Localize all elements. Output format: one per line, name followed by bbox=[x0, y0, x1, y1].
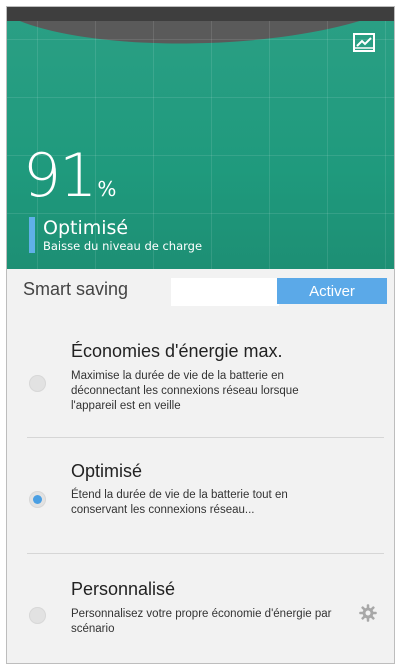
battery-saver-screen: 91% Optimisé Baisse du niveau de charge … bbox=[6, 6, 395, 664]
battery-hero-panel: 91% Optimisé Baisse du niveau de charge bbox=[7, 21, 394, 269]
current-mode-subtitle: Baisse du niveau de charge bbox=[43, 239, 203, 253]
divider bbox=[27, 437, 384, 438]
option-title: Personnalisé bbox=[71, 579, 176, 599]
option-description: Maximise la durée de vie de la batterie … bbox=[71, 370, 299, 412]
smart-saving-label: Smart saving bbox=[23, 279, 129, 299]
option-optimized[interactable]: Optimisé Étend la durée de vie de la bat… bbox=[7, 445, 394, 549]
option-description: Personnalisez votre propre économie d'én… bbox=[71, 608, 332, 635]
option-title: Économies d'énergie max. bbox=[71, 341, 283, 361]
battery-percent: 91% bbox=[23, 146, 116, 206]
divider bbox=[27, 553, 384, 554]
option-description: Étend la durée de vie de la batterie tou… bbox=[71, 489, 288, 516]
radio-custom[interactable] bbox=[29, 607, 46, 624]
current-mode: Optimisé Baisse du niveau de charge bbox=[29, 217, 202, 253]
option-max-saving[interactable]: Économies d'énergie max. Maximise la dur… bbox=[7, 333, 394, 437]
status-bar bbox=[7, 7, 394, 21]
smart-saving-row: Smart saving Activer bbox=[7, 277, 394, 307]
option-title: Optimisé bbox=[71, 461, 143, 481]
option-custom[interactable]: Personnalisé Personnalisez votre propre … bbox=[7, 561, 394, 661]
radio-optimized[interactable] bbox=[29, 491, 46, 508]
radio-max-saving[interactable] bbox=[29, 375, 46, 392]
battery-percent-sign: % bbox=[97, 177, 117, 201]
current-mode-title: Optimisé bbox=[43, 217, 129, 239]
activate-button[interactable]: Activer bbox=[277, 278, 387, 304]
battery-percent-value: 91 bbox=[23, 141, 97, 211]
gear-icon[interactable] bbox=[358, 603, 378, 623]
graph-icon[interactable] bbox=[352, 31, 376, 55]
smart-saving-field[interactable] bbox=[171, 278, 279, 306]
